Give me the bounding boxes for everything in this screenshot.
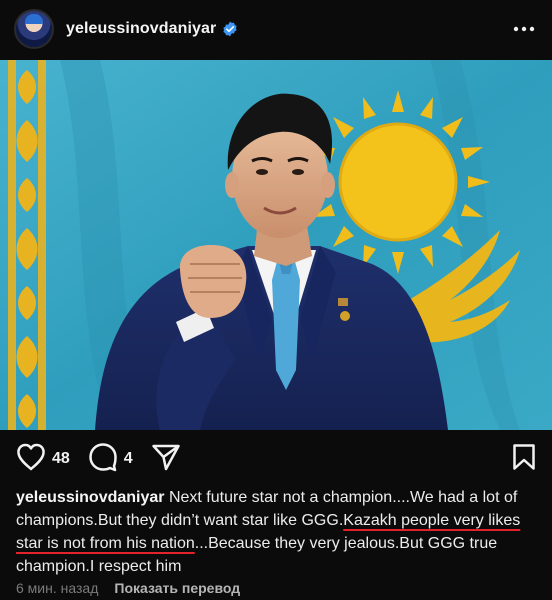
verified-badge-icon [222,21,238,37]
post-timestamp: 6 мин. назад [16,580,99,596]
heart-icon[interactable] [16,443,46,476]
post-header: yeleussinovdaniyar [0,0,552,58]
comment-icon[interactable] [88,442,118,477]
bookmark-icon[interactable] [512,443,536,476]
post-footer: 6 мин. назад Показать перевод [16,580,240,600]
share-icon[interactable] [151,443,181,476]
avatar-cap-shape [25,14,43,24]
caption-username[interactable]: yeleussinovdaniyar [16,489,165,506]
show-translation-link[interactable]: Показать перевод [114,580,240,596]
like-button[interactable]: 48 [16,443,70,476]
instagram-post: yeleussinovdaniyar 48 4 yeleussinovdaniy… [0,0,552,600]
comments-count: 4 [123,450,133,467]
header-username[interactable]: yeleussinovdaniyar [66,20,216,38]
share-button[interactable] [151,443,181,476]
post-actions: 48 4 [0,438,552,480]
post-caption: yeleussinovdaniyar Next future star not … [16,486,540,578]
post-image[interactable] [0,60,552,430]
post-photo-illustration [0,60,552,430]
comment-button[interactable]: 4 [88,442,133,477]
more-dots-icon[interactable] [510,15,538,43]
avatar[interactable] [14,9,54,49]
likes-count: 48 [52,450,70,467]
